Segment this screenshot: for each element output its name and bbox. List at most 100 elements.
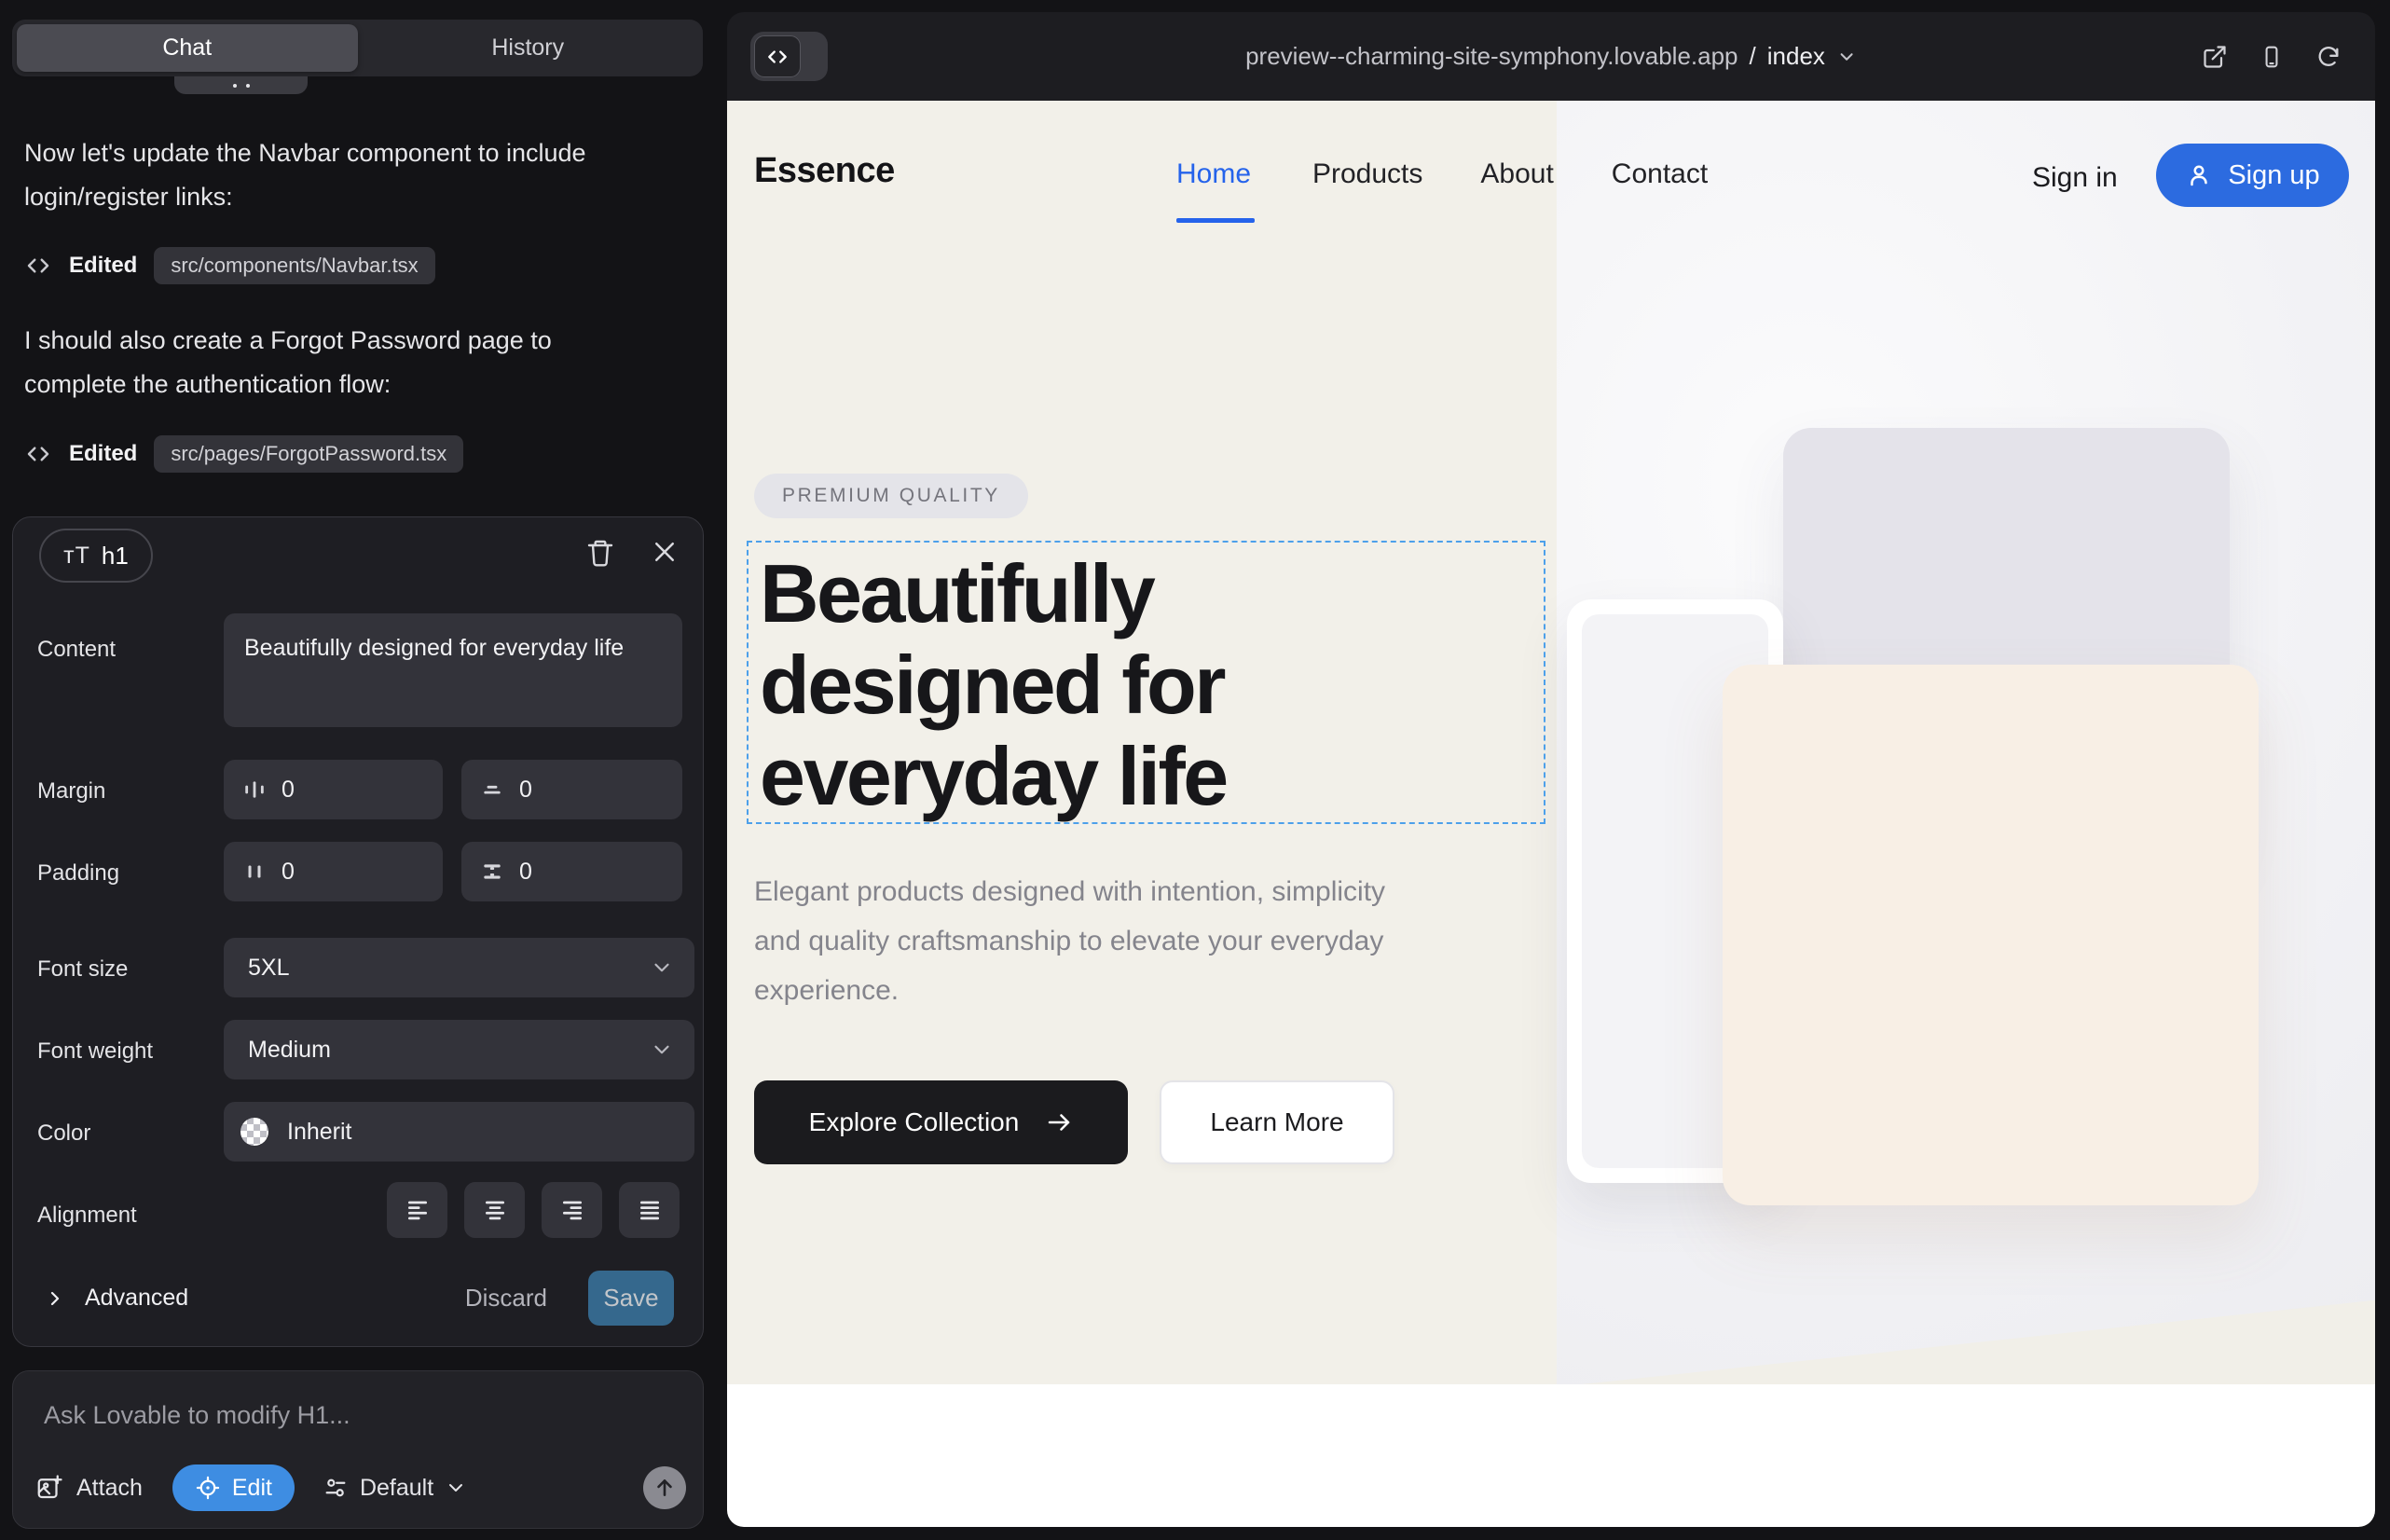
sign-up-button[interactable]: Sign up <box>2156 144 2349 207</box>
margin-y-value: 0 <box>519 777 532 804</box>
open-external-icon[interactable] <box>2202 44 2228 70</box>
premium-quality-badge: PREMIUM QUALITY <box>754 474 1028 518</box>
code-icon <box>754 35 801 77</box>
margin-vertical-icon <box>480 777 504 802</box>
clipped-chip[interactable] <box>174 76 308 94</box>
nav-link-products[interactable]: Products <box>1312 158 1422 223</box>
chat-message: I should also create a Forgot Password p… <box>24 319 649 406</box>
tab-history[interactable]: History <box>358 24 699 72</box>
margin-label: Margin <box>37 778 105 804</box>
code-icon <box>24 440 52 468</box>
lovable-app-window: Chat History Now let's update the Navbar… <box>0 0 2390 1540</box>
align-left-button[interactable] <box>387 1182 447 1238</box>
margin-x-input[interactable]: 0 <box>224 760 443 819</box>
padding-y-input[interactable]: 0 <box>461 842 682 901</box>
selected-element-pill: тT h1 <box>39 529 153 583</box>
alignment-group <box>387 1182 680 1238</box>
site-logo[interactable]: Essence <box>754 151 895 191</box>
padding-y-value: 0 <box>519 859 532 886</box>
discard-button[interactable]: Discard <box>465 1284 547 1313</box>
file-chip[interactable]: src/pages/ForgotPassword.tsx <box>154 435 463 473</box>
chat-message: Now let's update the Navbar component to… <box>24 131 649 219</box>
font-weight-select[interactable]: Medium <box>224 1020 694 1079</box>
site-navbar: Essence Home Products About Contact Sign… <box>727 101 2375 306</box>
font-size-select[interactable]: 5XL <box>224 938 694 997</box>
site-viewport: Essence Home Products About Contact Sign… <box>727 101 2375 1527</box>
chevron-down-icon <box>650 1038 674 1062</box>
chat-history-tabs: Chat History <box>12 20 703 76</box>
save-button[interactable]: Save <box>588 1271 674 1326</box>
prompt-composer: Ask Lovable to modify H1... Attach Edit … <box>12 1370 704 1529</box>
delete-element-icon[interactable] <box>585 538 615 568</box>
type-icon: тT <box>63 543 90 570</box>
send-button[interactable] <box>643 1466 686 1509</box>
margin-y-input[interactable]: 0 <box>461 760 682 819</box>
learn-more-button[interactable]: Learn More <box>1160 1080 1394 1164</box>
padding-horizontal-icon <box>242 859 267 884</box>
hero-description: Elegant products designed with intention… <box>754 867 1397 1015</box>
element-editor-panel: тT h1 Content Beautifully designed for e… <box>12 516 704 1347</box>
edit-mode-button[interactable]: Edit <box>172 1464 295 1511</box>
color-swatch <box>240 1118 268 1146</box>
url-host: preview--charming-site-symphony.lovable.… <box>1245 42 1738 71</box>
advanced-label: Advanced <box>85 1285 188 1312</box>
tab-chat[interactable]: Chat <box>17 24 358 72</box>
chevron-right-icon <box>44 1287 66 1310</box>
color-label: Color <box>37 1121 90 1147</box>
padding-x-input[interactable]: 0 <box>224 842 443 901</box>
alignment-label: Alignment <box>37 1203 137 1229</box>
margin-x-value: 0 <box>282 777 295 804</box>
chevron-down-icon <box>445 1477 467 1499</box>
browser-toolbar: preview--charming-site-symphony.lovable.… <box>727 12 2375 101</box>
explore-collection-button[interactable]: Explore Collection <box>754 1080 1128 1164</box>
color-value: Inherit <box>287 1119 351 1146</box>
mobile-view-icon[interactable] <box>2260 43 2284 71</box>
edited-file-row: Edited src/components/Navbar.tsx <box>24 244 435 286</box>
edit-label: Edit <box>232 1475 272 1502</box>
nav-link-home[interactable]: Home <box>1176 158 1255 223</box>
hero-heading[interactable]: Beautifully designed for everyday life <box>760 548 1487 822</box>
element-tag: h1 <box>102 542 129 571</box>
decor-rectangle-cream <box>1723 665 2259 1205</box>
close-icon[interactable] <box>651 538 679 568</box>
chevron-down-icon <box>1836 47 1857 67</box>
font-size-label: Font size <box>37 956 128 983</box>
user-icon <box>2185 161 2213 189</box>
align-right-button[interactable] <box>542 1182 602 1238</box>
default-label: Default <box>360 1475 433 1502</box>
preview-browser-frame: preview--charming-site-symphony.lovable.… <box>727 12 2375 1527</box>
color-select[interactable]: Inherit <box>224 1102 694 1162</box>
margin-horizontal-icon <box>242 777 267 802</box>
image-plus-icon <box>35 1474 63 1502</box>
file-chip[interactable]: src/components/Navbar.tsx <box>154 247 434 284</box>
sign-in-link[interactable]: Sign in <box>2032 162 2118 194</box>
url-bar[interactable]: preview--charming-site-symphony.lovable.… <box>1245 12 1857 101</box>
nav-home-label: Home <box>1176 158 1251 189</box>
padding-label: Padding <box>37 860 119 887</box>
active-underline <box>1176 218 1255 223</box>
edited-file-row: Edited src/pages/ForgotPassword.tsx <box>24 433 463 474</box>
prompt-input[interactable]: Ask Lovable to modify H1... <box>44 1401 350 1430</box>
align-justify-button[interactable] <box>619 1182 680 1238</box>
advanced-toggle[interactable]: Advanced <box>44 1285 188 1312</box>
content-input[interactable]: Beautifully designed for everyday life <box>224 613 682 727</box>
nav-link-about[interactable]: About <box>1480 158 1553 223</box>
code-view-toggle[interactable] <box>750 32 828 81</box>
attach-button[interactable]: Attach <box>35 1474 143 1502</box>
padding-x-value: 0 <box>282 859 295 886</box>
font-weight-value: Medium <box>248 1037 331 1064</box>
model-default-select[interactable]: Default <box>323 1475 467 1502</box>
refresh-icon[interactable] <box>2315 44 2342 70</box>
align-center-button[interactable] <box>464 1182 525 1238</box>
attach-label: Attach <box>76 1475 143 1502</box>
code-icon <box>24 252 52 280</box>
arrow-right-icon <box>1045 1108 1073 1136</box>
sign-up-label: Sign up <box>2228 160 2319 191</box>
chevron-down-icon <box>650 956 674 980</box>
edited-label: Edited <box>69 441 137 467</box>
content-label: Content <box>37 637 116 663</box>
nav-link-contact[interactable]: Contact <box>1612 158 1708 223</box>
font-weight-label: Font weight <box>37 1038 153 1065</box>
edited-label: Edited <box>69 253 137 279</box>
sliders-icon <box>323 1475 349 1501</box>
